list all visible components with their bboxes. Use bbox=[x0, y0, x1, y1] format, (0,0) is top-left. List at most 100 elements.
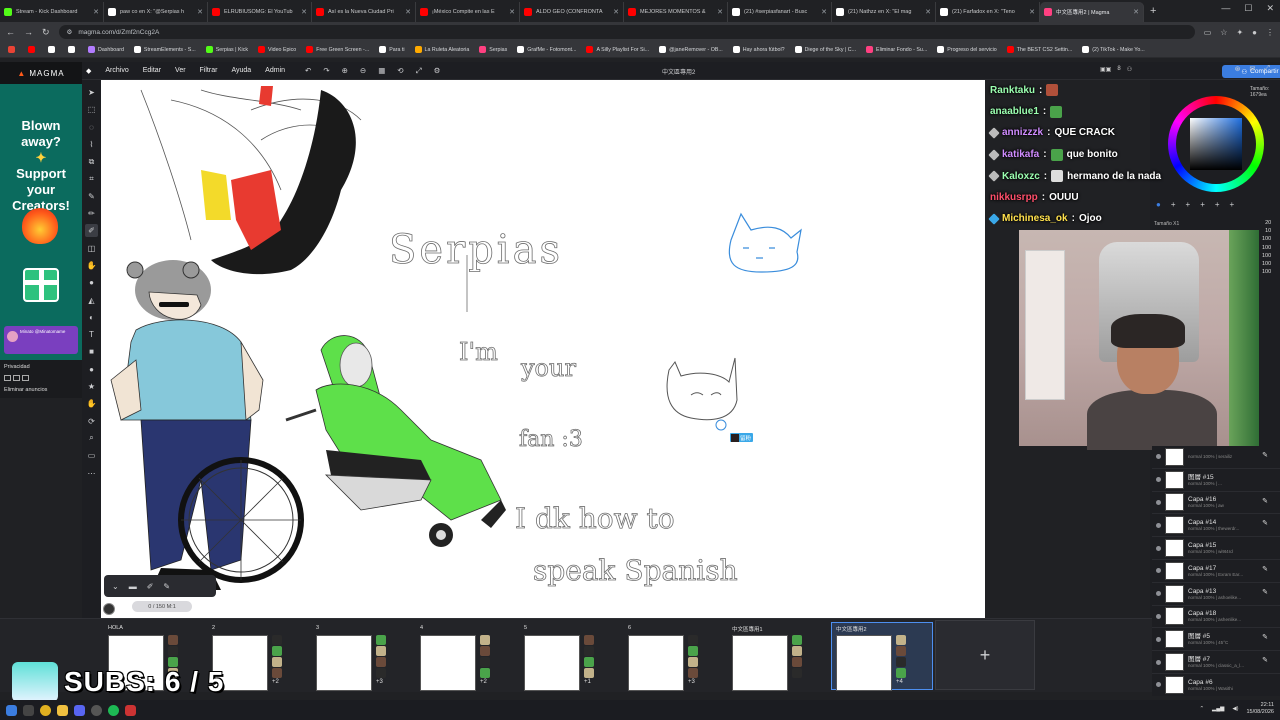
eraser-icon[interactable]: ◫ bbox=[85, 242, 98, 255]
edit-layer-icon[interactable]: ✎ bbox=[1262, 519, 1268, 527]
invite-icon[interactable]: ⚇ bbox=[1127, 66, 1132, 73]
edit-layer-icon[interactable]: ✎ bbox=[1262, 497, 1268, 505]
bookmark-item[interactable]: Para ti bbox=[375, 46, 408, 53]
magma-logo[interactable]: ▲ MAGMA bbox=[0, 62, 82, 84]
tray-chevron-icon[interactable]: ⌃ bbox=[1199, 706, 1204, 712]
rectangle-icon[interactable]: ■ bbox=[85, 345, 98, 358]
bookmark-item[interactable]: Eliminar Fondo - Su... bbox=[862, 46, 931, 53]
browser-tab[interactable]: (21) Nathzz en X: "El mag ✕ bbox=[832, 2, 936, 22]
zoom-icon[interactable]: ⌕ bbox=[85, 432, 98, 445]
brush-plus-icon[interactable]: + bbox=[1215, 200, 1220, 209]
edit-layer-icon[interactable]: ✎ bbox=[1262, 565, 1268, 573]
volume-icon[interactable]: ◀) bbox=[1232, 706, 1238, 712]
comment-icon[interactable]: ▭ bbox=[85, 449, 98, 462]
bookmark-item[interactable]: (2) TikTok - Make Yo... bbox=[1078, 46, 1148, 53]
visibility-icon[interactable] bbox=[1156, 454, 1161, 460]
browser-tab[interactable]: ELRUBIUSOMG: El YouTub ✕ bbox=[208, 2, 312, 22]
canvas-avatar[interactable] bbox=[103, 603, 115, 615]
bookmark-item[interactable]: StreamElements - S... bbox=[130, 46, 200, 53]
brush-plus-icon[interactable]: + bbox=[1171, 200, 1176, 209]
tab-close-icon[interactable]: ✕ bbox=[821, 8, 827, 16]
add-board-button[interactable]: + bbox=[935, 620, 1035, 690]
network-icon[interactable]: ▂▄▆ bbox=[1212, 706, 1224, 712]
settings-icon[interactable]: ⚙ bbox=[434, 66, 441, 76]
select-rect-icon[interactable]: ⬚ bbox=[85, 103, 98, 116]
search-icon[interactable] bbox=[23, 704, 34, 716]
more-tools-icon[interactable]: ⋯ bbox=[85, 467, 98, 480]
bookmark-item[interactable]: GrafMe - Fotomont... bbox=[513, 46, 580, 53]
color-square[interactable] bbox=[1190, 118, 1242, 170]
bookmark-item[interactable] bbox=[4, 46, 22, 53]
broadcast-icon[interactable]: ⊛ bbox=[1235, 65, 1241, 73]
bookmark-item[interactable]: Serpias bbox=[475, 46, 511, 53]
board-thumbnail[interactable]: 中文區專用1 bbox=[728, 623, 828, 691]
users-indicator[interactable]: ▣▣ 8 ⚇ bbox=[1100, 66, 1132, 73]
bookmark-item[interactable]: Video Epico bbox=[254, 46, 300, 53]
magma-home-icon[interactable]: ◆ bbox=[86, 67, 91, 75]
brush-size-value[interactable]: 100 bbox=[1262, 269, 1271, 275]
new-tab-button[interactable]: + bbox=[1144, 5, 1162, 17]
brush-plus-icon[interactable]: + bbox=[1200, 200, 1205, 209]
layer-row[interactable]: Capa #18 normal 100% | ashenlike... bbox=[1152, 606, 1280, 629]
obs-icon[interactable] bbox=[91, 704, 102, 716]
transform-icon[interactable]: ⧉ bbox=[85, 155, 98, 168]
browser-tab[interactable]: Así es la Nueva Ciudad Pri ✕ bbox=[312, 2, 416, 22]
bookmark-item[interactable]: Progreso del servicio bbox=[933, 46, 1000, 53]
edit-layer-icon[interactable]: ✎ bbox=[1262, 633, 1268, 641]
redo-icon[interactable]: ↷ bbox=[323, 66, 329, 76]
bookmark-item[interactable]: Dashboard bbox=[84, 46, 128, 53]
bookmark-item[interactable] bbox=[44, 46, 62, 53]
smudge-icon[interactable]: ✋ bbox=[85, 259, 98, 272]
board-thumbnail[interactable]: 5 +1 bbox=[520, 623, 620, 691]
tab-close-icon[interactable]: ✕ bbox=[1029, 8, 1035, 16]
visibility-icon[interactable] bbox=[1156, 613, 1161, 619]
layer-row[interactable]: Capa #15 normal 100% | wi9t4rd bbox=[1152, 537, 1280, 560]
bookmark-item[interactable]: @janeRemover - OB... bbox=[655, 46, 727, 53]
layer-row[interactable]: Capa #6 normal 100% | Wasithi bbox=[1152, 674, 1280, 696]
text-icon[interactable]: T bbox=[85, 328, 98, 341]
edit-layer-icon[interactable]: ✎ bbox=[1262, 656, 1268, 664]
hand-icon[interactable]: ✋ bbox=[85, 397, 98, 410]
bookmark-item[interactable]: The BEST CS2 Settin... bbox=[1003, 46, 1077, 53]
layer-row[interactable]: normal 100% | serailiz ✎ bbox=[1152, 446, 1280, 469]
tab-close-icon[interactable]: ✕ bbox=[1133, 8, 1139, 16]
tab-close-icon[interactable]: ✕ bbox=[93, 8, 99, 16]
layer-row[interactable]: 图層 #7 normal 100% | classic_a_l... ✎ bbox=[1152, 651, 1280, 674]
minimize-icon[interactable]: — bbox=[1221, 3, 1230, 14]
layer-row[interactable]: Capa #13 normal 100% | ashoelike... ✎ bbox=[1152, 583, 1280, 606]
bookmark-item[interactable]: A Silly Playlist For Si... bbox=[582, 46, 653, 53]
board-thumbnail[interactable]: 4 +2 bbox=[416, 623, 516, 691]
cast-icon[interactable]: ▭ bbox=[1204, 28, 1212, 37]
explorer-icon[interactable] bbox=[57, 704, 68, 716]
zoom-out-icon[interactable]: ⊖ bbox=[360, 66, 366, 76]
brush-plus-icon[interactable]: + bbox=[1186, 200, 1191, 209]
browser-tab[interactable]: paw co en X: "@Serpias h ✕ bbox=[104, 2, 208, 22]
layer-row[interactable]: 图層 #15 normal 100% | ... bbox=[1152, 469, 1280, 492]
brush-picker-icon[interactable]: ✐ bbox=[147, 582, 154, 591]
extensions-icon[interactable]: ✦ bbox=[1236, 28, 1243, 37]
visibility-icon[interactable] bbox=[1156, 636, 1161, 642]
chat-icon[interactable]: ▬ bbox=[129, 582, 137, 591]
menu-edit[interactable]: Editar bbox=[143, 67, 161, 74]
lasso-icon[interactable]: ⌇ bbox=[85, 138, 98, 151]
privacy-link[interactable]: Privacidad bbox=[4, 364, 30, 370]
chrome-icon[interactable] bbox=[40, 704, 51, 716]
bookmark-item[interactable] bbox=[64, 46, 82, 53]
gradient-icon[interactable]: ◐ bbox=[85, 311, 98, 324]
ellipse-icon[interactable]: ● bbox=[85, 363, 98, 376]
discord-icon[interactable] bbox=[74, 704, 85, 716]
ad-banner[interactable]: Blown away? ✦ Support your Creators! Min… bbox=[0, 84, 82, 360]
reload-icon[interactable]: ↻ bbox=[42, 27, 50, 38]
brush-icon[interactable]: ✐ bbox=[85, 224, 98, 238]
tab-close-icon[interactable]: ✕ bbox=[405, 8, 411, 16]
profile-icon[interactable]: ● bbox=[1252, 28, 1257, 37]
brush-plus-icon[interactable]: + bbox=[1230, 200, 1235, 209]
bookmark-item[interactable] bbox=[24, 46, 42, 53]
visibility-icon[interactable] bbox=[1156, 591, 1161, 597]
brush-size-value[interactable]: 100 bbox=[1262, 236, 1271, 242]
brush-size-value[interactable]: 100 bbox=[1262, 253, 1271, 259]
brush-size-value[interactable]: 100 bbox=[1262, 261, 1271, 267]
remove-ads-link[interactable]: Eliminar anuncios bbox=[4, 387, 47, 393]
expand-icon[interactable]: ⤢ bbox=[1264, 65, 1270, 73]
menu-admin[interactable]: Admin bbox=[265, 67, 285, 74]
